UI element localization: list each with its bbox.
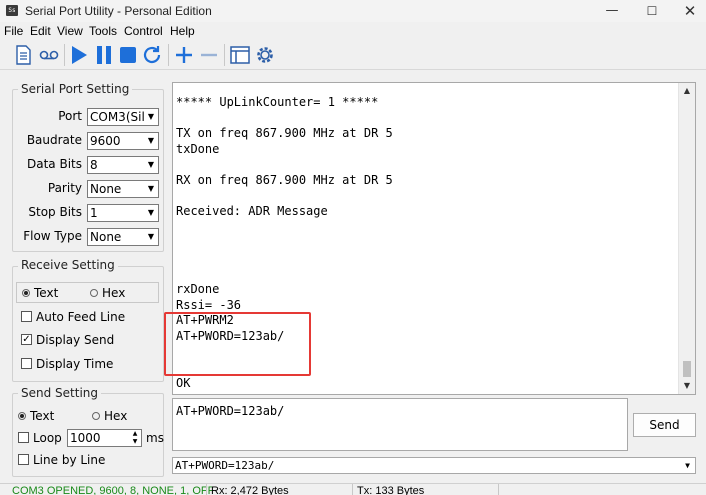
loop-unit: ms [146, 431, 164, 445]
checkmark-icon: ✓ [21, 334, 32, 345]
send-setting-title: Send Setting [18, 386, 102, 400]
chevron-down-icon: ▼ [144, 133, 158, 149]
output-line: OK [176, 375, 191, 390]
scroll-down-icon[interactable]: ▼ [682, 381, 692, 390]
highlight-annotation-box [164, 312, 311, 376]
minus-icon[interactable] [197, 43, 221, 67]
flow-type-select[interactable]: None ▼ [87, 228, 159, 246]
spin-arrows-icon[interactable]: ▲ ▼ [130, 430, 140, 446]
baudrate-label: Baudrate [26, 133, 82, 147]
output-scrollbar[interactable]: ▲ ▼ [678, 83, 695, 394]
toolbar-separator [64, 44, 65, 66]
menu-tools[interactable]: Tools [89, 24, 117, 38]
refresh-icon[interactable] [140, 43, 164, 67]
radio-checked-icon [18, 411, 26, 420]
data-bits-select[interactable]: 8 ▼ [87, 156, 159, 174]
loop-interval-input[interactable]: 1000 ▲ ▼ [67, 429, 142, 447]
pause-icon[interactable] [92, 43, 116, 67]
chevron-down-icon: ▼ [144, 205, 158, 221]
stop-icon[interactable] [116, 43, 140, 67]
flow-type-label: Flow Type [23, 229, 82, 243]
data-bits-label: Data Bits [27, 157, 82, 171]
play-icon[interactable] [67, 43, 91, 67]
scrollbar-thumb[interactable] [683, 361, 691, 377]
status-separator [352, 484, 353, 495]
toolbar-separator [224, 44, 225, 66]
title-bar: Ss Serial Port Utility - Personal Editio… [0, 0, 706, 22]
menu-edit[interactable]: Edit [30, 24, 51, 38]
menu-help[interactable]: Help [170, 24, 195, 38]
app-icon: Ss [6, 5, 18, 16]
port-select[interactable]: COM3(Sil ▼ [87, 108, 159, 126]
stop-bits-select[interactable]: 1 ▼ [87, 204, 159, 222]
receive-text-radio[interactable]: Text [22, 286, 58, 300]
menu-file[interactable]: File [4, 24, 23, 38]
send-text-radio[interactable]: Text [18, 409, 54, 423]
plus-icon[interactable] [172, 43, 196, 67]
menu-control[interactable]: Control [124, 24, 163, 38]
chevron-down-icon: ▼ [144, 229, 158, 245]
status-separator [498, 484, 499, 495]
output-line: Received: ADR Message [176, 204, 328, 219]
chevron-down-icon: ▼ [144, 181, 158, 197]
send-button[interactable]: Send [633, 413, 696, 437]
display-time-checkbox[interactable]: Display Time [21, 357, 113, 371]
baudrate-select[interactable]: 9600 ▼ [87, 132, 159, 150]
port-status: COM3 OPENED, 9600, 8, NONE, 1, OFF [12, 485, 215, 495]
chevron-down-icon: ▼ [144, 109, 158, 125]
toolbar-separator [168, 44, 169, 66]
gear-icon[interactable] [253, 43, 277, 67]
parity-label: Parity [47, 181, 82, 195]
checkbox-unchecked-icon [18, 454, 29, 465]
stop-bits-label: Stop Bits [28, 205, 82, 219]
output-line: ***** UpLinkCounter= 1 ***** [176, 95, 379, 109]
scroll-up-icon[interactable]: ▲ [682, 86, 692, 95]
toolbar [0, 40, 706, 70]
output-line: Rssi= -36 [176, 297, 242, 312]
radio-unchecked-icon [90, 288, 98, 297]
document-icon[interactable] [11, 43, 35, 67]
parity-select[interactable]: None ▼ [87, 180, 159, 198]
radio-checked-icon [22, 288, 30, 297]
checkbox-unchecked-icon [18, 432, 29, 443]
window-title: Serial Port Utility - Personal Edition [25, 4, 212, 18]
record-icon[interactable] [37, 43, 61, 67]
output-line: txDone [176, 141, 220, 156]
rx-count: Rx: 2,472 Bytes [211, 485, 289, 495]
loop-checkbox[interactable]: Loop [18, 431, 62, 445]
checkbox-unchecked-icon [21, 358, 32, 369]
output-line: RX on freq 867.900 MHz at DR 5 [176, 173, 393, 187]
window-icon[interactable] [228, 43, 252, 67]
chevron-down-icon: ▼ [144, 157, 158, 173]
menu-view[interactable]: View [57, 24, 83, 38]
output-line: TX on freq 867.900 MHz at DR 5 [176, 126, 393, 141]
maximize-button[interactable]: ☐ [632, 0, 672, 22]
chevron-down-icon: ▼ [685, 461, 690, 470]
minimize-button[interactable]: — [592, 0, 632, 22]
checkbox-unchecked-icon [21, 311, 32, 322]
tx-count: Tx: 133 Bytes [357, 485, 425, 495]
receive-setting-title: Receive Setting [18, 258, 118, 272]
status-bar: COM3 OPENED, 9600, 8, NONE, 1, OFF Rx: 2… [0, 483, 706, 495]
display-send-checkbox[interactable]: ✓ Display Send [21, 333, 114, 347]
serial-port-setting-title: Serial Port Setting [18, 82, 133, 96]
close-button[interactable]: ✕ [670, 0, 706, 22]
menu-bar: File Edit View Tools Control Help [0, 22, 706, 40]
send-history-select[interactable]: AT+PWORD=123ab/▼ [172, 457, 696, 474]
send-hex-radio[interactable]: Hex [92, 409, 127, 423]
send-input[interactable]: AT+PWORD=123ab/ [172, 398, 628, 451]
auto-feed-line-checkbox[interactable]: Auto Feed Line [21, 310, 125, 324]
radio-unchecked-icon [92, 411, 100, 420]
receive-hex-radio[interactable]: Hex [90, 286, 125, 300]
line-by-line-checkbox[interactable]: Line by Line [18, 453, 105, 467]
port-label: Port [58, 109, 82, 123]
status-separator [206, 484, 207, 495]
output-line: rxDone [176, 282, 220, 297]
